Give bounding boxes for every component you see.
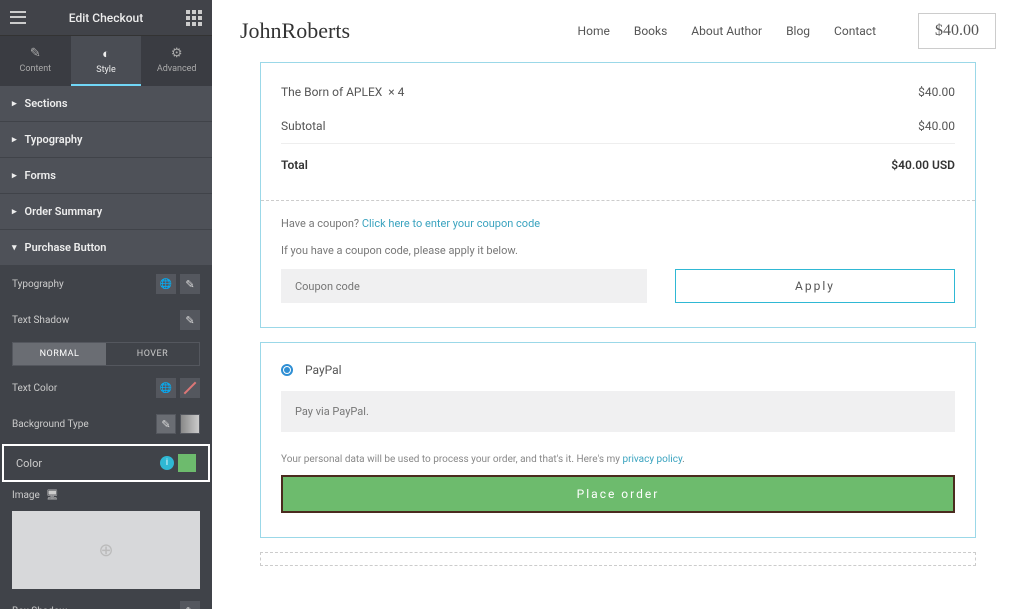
edit-text-shadow-button[interactable] (180, 310, 200, 330)
summary-total-row: Total $40.00 USD (281, 143, 955, 182)
nav-contact[interactable]: Contact (834, 24, 876, 38)
payment-option-paypal[interactable]: PayPal (281, 363, 955, 377)
editor-sidebar: Edit Checkout ✎ Content ◐ Style ⚙ Advanc… (0, 0, 212, 609)
prop-box-shadow: Box Shadow (0, 593, 212, 609)
pencil-icon: ✎ (30, 46, 41, 61)
toggle-hover[interactable]: HOVER (106, 343, 199, 365)
site-header: JohnRoberts Home Books About Author Blog… (212, 0, 1024, 62)
coupon-section: Have a coupon? Click here to enter your … (261, 200, 975, 327)
sidebar-header: Edit Checkout (0, 0, 212, 36)
privacy-text: Your personal data will be used to proce… (281, 454, 955, 465)
image-upload-placeholder[interactable]: ⊕ (12, 511, 200, 589)
summary-subtotal-row: Subtotal $40.00 (281, 109, 955, 143)
chevron-right-icon: ▸ (12, 99, 17, 109)
summary-item-row: The Born of APLEX × 4 $40.00 (281, 75, 955, 109)
apply-coupon-button[interactable]: Apply (675, 269, 955, 303)
coupon-instruction: If you have a coupon code, please apply … (281, 244, 955, 257)
info-icon[interactable]: i (160, 456, 174, 470)
tab-advanced[interactable]: ⚙ Advanced (141, 36, 212, 86)
sidebar-tabs: ✎ Content ◐ Style ⚙ Advanced (0, 36, 212, 86)
chevron-right-icon: ▸ (12, 171, 17, 181)
globe-icon[interactable] (156, 274, 176, 294)
prop-text-shadow: Text Shadow (0, 302, 212, 338)
item-name: The Born of APLEX × 4 (281, 85, 404, 99)
prop-image-label: Image 🖥 (0, 484, 212, 507)
chevron-down-icon: ▾ (12, 243, 17, 253)
accordion-purchase-button[interactable]: ▾Purchase Button (0, 230, 212, 266)
prop-background-type: Background Type (0, 406, 212, 442)
cart-price[interactable]: $40.00 (918, 13, 996, 49)
accordion-order-summary[interactable]: ▸Order Summary (0, 194, 212, 230)
tab-style[interactable]: ◐ Style (71, 36, 142, 86)
chevron-right-icon: ▸ (12, 207, 17, 217)
payment-description: Pay via PayPal. (281, 391, 955, 432)
edit-box-shadow-button[interactable] (180, 601, 200, 609)
nav-home[interactable]: Home (578, 24, 610, 38)
tab-content[interactable]: ✎ Content (0, 36, 71, 86)
nav-about[interactable]: About Author (691, 24, 762, 38)
accordion-typography[interactable]: ▸Typography (0, 122, 212, 158)
place-order-button[interactable]: Place order (281, 475, 955, 513)
prop-text-color: Text Color (0, 370, 212, 406)
prop-color-highlighted: Color i (2, 444, 210, 482)
widgets-grid-icon[interactable] (186, 10, 202, 26)
no-color-icon[interactable] (180, 378, 200, 398)
globe-icon[interactable] (156, 378, 176, 398)
coupon-prompt: Have a coupon? Click here to enter your … (281, 217, 955, 230)
nav-blog[interactable]: Blog (786, 24, 810, 38)
payment-box: PayPal Pay via PayPal. Your personal dat… (260, 342, 976, 538)
sidebar-title: Edit Checkout (69, 11, 143, 25)
accordion-forms[interactable]: ▸Forms (0, 158, 212, 194)
state-toggle: NORMAL HOVER (12, 342, 200, 366)
accordion-sections[interactable]: ▸Sections (0, 86, 212, 122)
prop-typography: Typography (0, 266, 212, 302)
gradient-bg-button[interactable] (180, 414, 200, 434)
style-icon: ◐ (102, 46, 110, 62)
purchase-button-props: Typography Text Shadow NORMAL HOVER Text… (0, 266, 212, 609)
color-swatch[interactable] (178, 454, 196, 472)
main-nav: Home Books About Author Blog Contact $40… (578, 13, 996, 49)
classic-bg-button[interactable] (156, 414, 176, 434)
item-price: $40.00 (918, 85, 955, 99)
coupon-code-input[interactable] (281, 269, 647, 303)
desktop-icon[interactable]: 🖥 (46, 490, 59, 501)
site-logo[interactable]: JohnRoberts (240, 18, 350, 44)
chevron-right-icon: ▸ (12, 135, 17, 145)
gear-icon: ⚙ (171, 46, 183, 61)
edit-typography-button[interactable] (180, 274, 200, 294)
privacy-policy-link[interactable]: privacy policy (622, 454, 682, 465)
nav-books[interactable]: Books (634, 24, 667, 38)
empty-widget-drop-area[interactable] (260, 552, 976, 566)
preview-canvas: JohnRoberts Home Books About Author Blog… (212, 0, 1024, 609)
sidebar-body[interactable]: ▸Sections ▸Typography ▸Forms ▸Order Summ… (0, 86, 212, 609)
coupon-toggle-link[interactable]: Click here to enter your coupon code (362, 217, 540, 230)
checkout-summary-box: The Born of APLEX × 4 $40.00 Subtotal $4… (260, 62, 976, 328)
order-summary: The Born of APLEX × 4 $40.00 Subtotal $4… (261, 63, 975, 200)
hamburger-menu-icon[interactable] (10, 10, 26, 26)
radio-checked-icon[interactable] (281, 364, 293, 376)
toggle-normal[interactable]: NORMAL (13, 343, 106, 365)
